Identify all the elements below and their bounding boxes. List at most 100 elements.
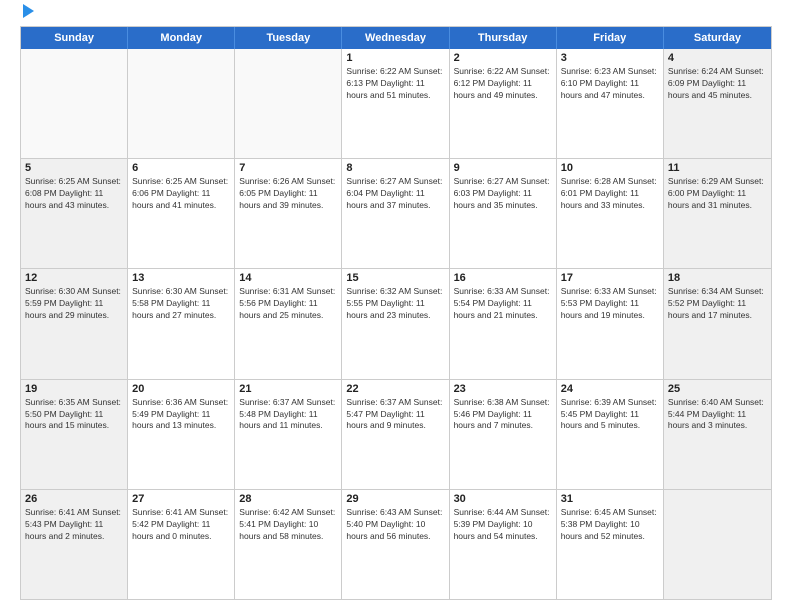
calendar-week-5: 26 Sunrise: 6:41 AM Sunset: 5:43 PM Dayli… xyxy=(21,489,771,599)
day-number: 13 xyxy=(132,272,230,284)
calendar-day-23: 23Sunrise: 6:38 AM Sunset: 5:46 PM Dayli… xyxy=(450,380,557,489)
day-info: Sunrise: 6:25 AM Sunset: 6:08 PM Dayligh… xyxy=(25,176,123,212)
day-info: Sunrise: 6:44 AM Sunset: 5:39 PM Dayligh… xyxy=(454,507,552,543)
day-info: Sunrise: 6:22 AM Sunset: 6:13 PM Dayligh… xyxy=(346,66,444,102)
day-info: Sunrise: 6:40 AM Sunset: 5:44 PM Dayligh… xyxy=(668,397,767,433)
header-day-thursday: Thursday xyxy=(450,27,557,49)
day-info: Sunrise: 6:25 AM Sunset: 6:06 PM Dayligh… xyxy=(132,176,230,212)
day-number: 27 xyxy=(132,493,230,505)
day-info: Sunrise: 6:33 AM Sunset: 5:54 PM Dayligh… xyxy=(454,286,552,322)
day-number: 30 xyxy=(454,493,552,505)
header-day-sunday: Sunday xyxy=(21,27,128,49)
calendar-day-27: 27 Sunrise: 6:41 AM Sunset: 5:42 PM Dayli… xyxy=(128,490,235,599)
day-number: 15 xyxy=(346,272,444,284)
day-number: 10 xyxy=(561,162,659,174)
day-number: 17 xyxy=(561,272,659,284)
header-day-wednesday: Wednesday xyxy=(342,27,449,49)
day-info: Sunrise: 6:23 AM Sunset: 6:10 PM Dayligh… xyxy=(561,66,659,102)
day-number: 28 xyxy=(239,493,337,505)
day-number: 31 xyxy=(561,493,659,505)
day-info: Sunrise: 6:39 AM Sunset: 5:45 PM Dayligh… xyxy=(561,397,659,433)
day-number: 24 xyxy=(561,383,659,395)
page-header xyxy=(20,16,772,18)
day-info: Sunrise: 6:33 AM Sunset: 5:53 PM Dayligh… xyxy=(561,286,659,322)
day-info: Sunrise: 6:27 AM Sunset: 6:03 PM Dayligh… xyxy=(454,176,552,212)
day-info: Sunrise: 6:41 AM Sunset: 5:42 PM Dayligh… xyxy=(132,507,230,543)
calendar-day-1: 1 Sunrise: 6:22 AM Sunset: 6:13 PM Daylig… xyxy=(342,49,449,158)
day-info: Sunrise: 6:32 AM Sunset: 5:55 PM Dayligh… xyxy=(346,286,444,322)
calendar-day-11: 11 Sunrise: 6:29 AM Sunset: 6:00 PM Dayli… xyxy=(664,159,771,268)
calendar-day-7: 7Sunrise: 6:26 AM Sunset: 6:05 PM Daylig… xyxy=(235,159,342,268)
day-info: Sunrise: 6:34 AM Sunset: 5:52 PM Dayligh… xyxy=(668,286,767,322)
calendar-day-4: 4 Sunrise: 6:24 AM Sunset: 6:09 PM Daylig… xyxy=(664,49,771,158)
day-info: Sunrise: 6:29 AM Sunset: 6:00 PM Dayligh… xyxy=(668,176,767,212)
calendar-day-3: 3 Sunrise: 6:23 AM Sunset: 6:10 PM Daylig… xyxy=(557,49,664,158)
logo xyxy=(20,16,34,18)
day-number: 16 xyxy=(454,272,552,284)
day-number: 20 xyxy=(132,383,230,395)
header-day-monday: Monday xyxy=(128,27,235,49)
calendar-day-20: 20 Sunrise: 6:36 AM Sunset: 5:49 PM Dayli… xyxy=(128,380,235,489)
day-number: 21 xyxy=(239,383,337,395)
day-info: Sunrise: 6:22 AM Sunset: 6:12 PM Dayligh… xyxy=(454,66,552,102)
calendar-day-5: 5 Sunrise: 6:25 AM Sunset: 6:08 PM Daylig… xyxy=(21,159,128,268)
day-number: 29 xyxy=(346,493,444,505)
calendar-week-4: 19 Sunrise: 6:35 AM Sunset: 5:50 PM Dayli… xyxy=(21,379,771,489)
calendar-empty-cell xyxy=(128,49,235,158)
day-number: 9 xyxy=(454,162,552,174)
day-number: 12 xyxy=(25,272,123,284)
day-info: Sunrise: 6:35 AM Sunset: 5:50 PM Dayligh… xyxy=(25,397,123,433)
calendar-day-25: 25Sunrise: 6:40 AM Sunset: 5:44 PM Dayli… xyxy=(664,380,771,489)
day-info: Sunrise: 6:43 AM Sunset: 5:40 PM Dayligh… xyxy=(346,507,444,543)
day-number: 26 xyxy=(25,493,123,505)
calendar-empty-cell xyxy=(664,490,771,599)
day-number: 4 xyxy=(668,52,767,64)
day-number: 6 xyxy=(132,162,230,174)
calendar-empty-cell xyxy=(21,49,128,158)
logo-arrow-icon xyxy=(23,4,34,18)
calendar-day-13: 13 Sunrise: 6:30 AM Sunset: 5:58 PM Dayli… xyxy=(128,269,235,378)
calendar-day-22: 22Sunrise: 6:37 AM Sunset: 5:47 PM Dayli… xyxy=(342,380,449,489)
day-info: Sunrise: 6:24 AM Sunset: 6:09 PM Dayligh… xyxy=(668,66,767,102)
calendar-day-26: 26 Sunrise: 6:41 AM Sunset: 5:43 PM Dayli… xyxy=(21,490,128,599)
day-number: 18 xyxy=(668,272,767,284)
day-info: Sunrise: 6:37 AM Sunset: 5:47 PM Dayligh… xyxy=(346,397,444,433)
day-number: 3 xyxy=(561,52,659,64)
header-day-tuesday: Tuesday xyxy=(235,27,342,49)
calendar-week-2: 5 Sunrise: 6:25 AM Sunset: 6:08 PM Daylig… xyxy=(21,158,771,268)
calendar-week-1: 1 Sunrise: 6:22 AM Sunset: 6:13 PM Daylig… xyxy=(21,49,771,158)
day-info: Sunrise: 6:41 AM Sunset: 5:43 PM Dayligh… xyxy=(25,507,123,543)
header-day-saturday: Saturday xyxy=(664,27,771,49)
calendar-day-19: 19 Sunrise: 6:35 AM Sunset: 5:50 PM Dayli… xyxy=(21,380,128,489)
calendar-empty-cell xyxy=(235,49,342,158)
calendar-day-21: 21 Sunrise: 6:37 AM Sunset: 5:48 PM Dayli… xyxy=(235,380,342,489)
day-info: Sunrise: 6:26 AM Sunset: 6:05 PM Dayligh… xyxy=(239,176,337,212)
calendar-day-30: 30 Sunrise: 6:44 AM Sunset: 5:39 PM Dayli… xyxy=(450,490,557,599)
calendar-header: SundayMondayTuesdayWednesdayThursdayFrid… xyxy=(21,27,771,49)
day-number: 1 xyxy=(346,52,444,64)
day-info: Sunrise: 6:31 AM Sunset: 5:56 PM Dayligh… xyxy=(239,286,337,322)
calendar-day-15: 15 Sunrise: 6:32 AM Sunset: 5:55 PM Dayli… xyxy=(342,269,449,378)
day-number: 5 xyxy=(25,162,123,174)
calendar-week-3: 12 Sunrise: 6:30 AM Sunset: 5:59 PM Dayli… xyxy=(21,268,771,378)
day-info: Sunrise: 6:27 AM Sunset: 6:04 PM Dayligh… xyxy=(346,176,444,212)
day-number: 2 xyxy=(454,52,552,64)
calendar-day-10: 10Sunrise: 6:28 AM Sunset: 6:01 PM Dayli… xyxy=(557,159,664,268)
calendar-day-29: 29 Sunrise: 6:43 AM Sunset: 5:40 PM Dayli… xyxy=(342,490,449,599)
calendar-day-9: 9 Sunrise: 6:27 AM Sunset: 6:03 PM Daylig… xyxy=(450,159,557,268)
calendar-day-31: 31 Sunrise: 6:45 AM Sunset: 5:38 PM Dayli… xyxy=(557,490,664,599)
day-info: Sunrise: 6:30 AM Sunset: 5:59 PM Dayligh… xyxy=(25,286,123,322)
day-number: 19 xyxy=(25,383,123,395)
day-number: 23 xyxy=(454,383,552,395)
day-info: Sunrise: 6:45 AM Sunset: 5:38 PM Dayligh… xyxy=(561,507,659,543)
day-info: Sunrise: 6:36 AM Sunset: 5:49 PM Dayligh… xyxy=(132,397,230,433)
calendar-day-6: 6 Sunrise: 6:25 AM Sunset: 6:06 PM Daylig… xyxy=(128,159,235,268)
day-number: 11 xyxy=(668,162,767,174)
calendar-day-16: 16 Sunrise: 6:33 AM Sunset: 5:54 PM Dayli… xyxy=(450,269,557,378)
day-number: 14 xyxy=(239,272,337,284)
calendar-day-24: 24 Sunrise: 6:39 AM Sunset: 5:45 PM Dayli… xyxy=(557,380,664,489)
calendar-day-28: 28Sunrise: 6:42 AM Sunset: 5:41 PM Dayli… xyxy=(235,490,342,599)
day-info: Sunrise: 6:30 AM Sunset: 5:58 PM Dayligh… xyxy=(132,286,230,322)
calendar: SundayMondayTuesdayWednesdayThursdayFrid… xyxy=(20,26,772,600)
day-info: Sunrise: 6:37 AM Sunset: 5:48 PM Dayligh… xyxy=(239,397,337,433)
